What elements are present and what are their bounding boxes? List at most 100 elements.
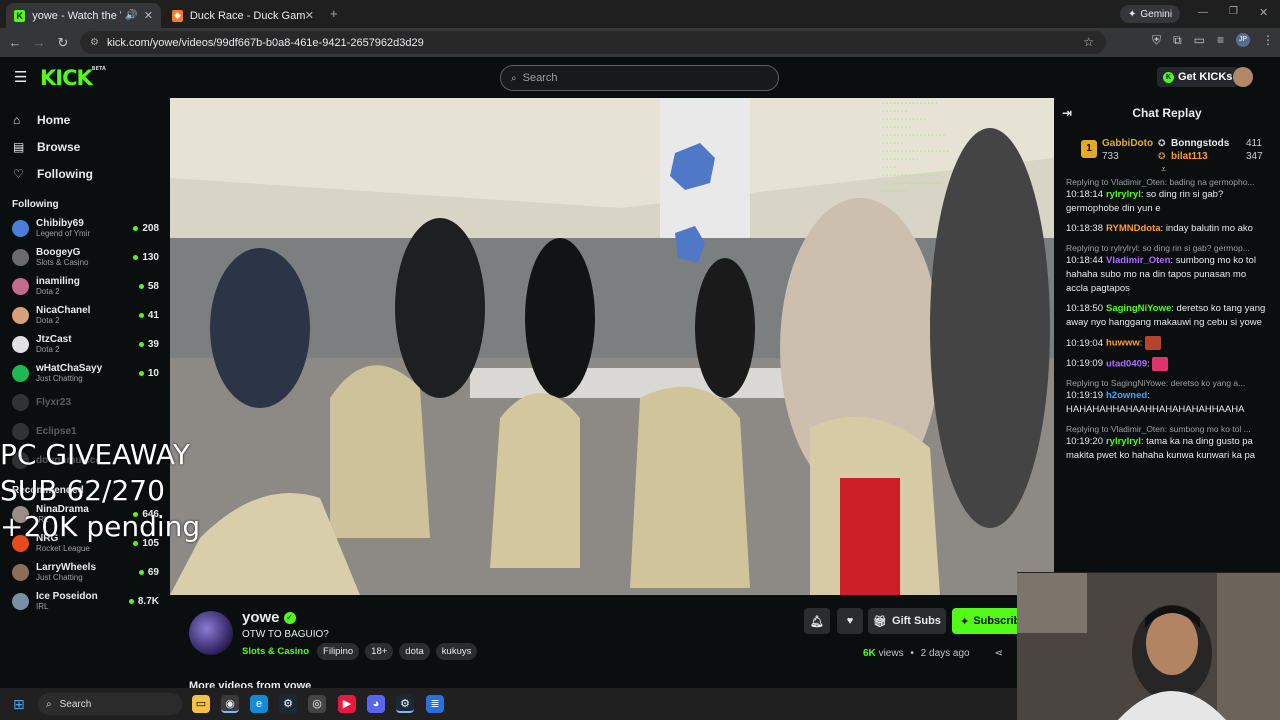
kick-logo[interactable]: KICKBETA bbox=[40, 66, 106, 90]
tag-chip[interactable]: 18+ bbox=[365, 643, 394, 660]
channel-name[interactable]: yowe ✓ bbox=[242, 609, 296, 626]
media-icon[interactable]: ≡ bbox=[1217, 33, 1224, 48]
following-channel-item[interactable]: Chibiby69 Legend of Ymir 208 bbox=[0, 214, 170, 243]
channel-category: Dota 2 bbox=[36, 316, 60, 325]
extensions-icon[interactable]: ⧉ bbox=[1173, 33, 1182, 48]
channel-category: Legend of Ymir bbox=[36, 229, 91, 238]
cast-icon[interactable]: ▭ bbox=[1194, 33, 1205, 48]
taskbar-search[interactable]: ⌕ Search bbox=[38, 693, 182, 715]
tag-chip[interactable]: Filipino bbox=[317, 643, 360, 660]
chat-timestamp: 10:19:09 bbox=[1066, 358, 1103, 370]
hamburger-menu-icon[interactable]: ☰ bbox=[14, 68, 27, 86]
gemini-button[interactable]: ✦ Gemini bbox=[1120, 5, 1181, 23]
nav-home[interactable]: ⌂ Home bbox=[0, 106, 170, 133]
notification-bell-button[interactable]: 🔔︎ bbox=[804, 608, 830, 634]
channel-avatar bbox=[12, 564, 29, 581]
channel-name: NicaChanel bbox=[36, 305, 91, 316]
subscribe-button[interactable]: ✦Subscribe bbox=[952, 608, 1017, 634]
recommended-channel-item[interactable]: LarryWheels Just Chatting 69 bbox=[0, 558, 170, 587]
chat-username[interactable]: utad0409 bbox=[1106, 358, 1147, 369]
chat-timestamp: 10:18:44 bbox=[1066, 255, 1103, 266]
views-label: views bbox=[878, 648, 904, 659]
user-avatar[interactable] bbox=[1233, 67, 1253, 87]
chat-username[interactable]: rylrylryl bbox=[1106, 189, 1141, 200]
app-icon[interactable]: ◎ bbox=[308, 695, 326, 713]
chat-message: 10:19:19 h2owned: HAHAHAHHAHAAHHAHAHAHAHH… bbox=[1054, 389, 1280, 417]
discord-icon[interactable]: ◕ bbox=[367, 695, 385, 713]
search-input[interactable]: ⌕ Search bbox=[500, 65, 779, 91]
chat-username[interactable]: huwww bbox=[1106, 338, 1140, 349]
get-kicks-button[interactable]: K Get KICKs bbox=[1157, 67, 1239, 87]
tab-duck-race[interactable]: ◆ Duck Race - Duck Games ✕ bbox=[164, 3, 322, 28]
chat-timestamp: 10:18:14 bbox=[1066, 189, 1103, 200]
chat-username[interactable]: Vladimir_Oten bbox=[1106, 255, 1170, 266]
menu-kebab-icon[interactable]: ⋮ bbox=[1262, 33, 1274, 48]
bell-icon: 🔔︎ bbox=[810, 615, 824, 628]
verified-badge-icon: ✓ bbox=[283, 612, 296, 625]
forward-icon[interactable]: → bbox=[27, 35, 51, 50]
video-player[interactable]: ▪ ▪ ▪ ▪ ▪ ▪ ▪ ▪ ▪ ▪ ▪ ▪ ▪ ▪ ▪ ▪ ▪ ▪ ▪ ▪ ▪… bbox=[170, 98, 1054, 595]
gift-subs-button[interactable]: 🎁︎ Gift Subs bbox=[868, 608, 946, 634]
follow-button[interactable]: ♥ bbox=[837, 608, 863, 634]
chrome-icon[interactable]: ◉ bbox=[221, 695, 239, 713]
site-info-icon[interactable]: ⚙ bbox=[90, 37, 99, 48]
leader-name[interactable]: bilat113 bbox=[1171, 151, 1208, 162]
share-icon[interactable]: ⋖ bbox=[994, 648, 1002, 659]
close-tab-icon[interactable]: ✕ bbox=[144, 9, 153, 22]
offline-channel-item[interactable]: Flyxr23 bbox=[0, 388, 170, 417]
more-videos-heading: More videos from yowe bbox=[189, 680, 312, 688]
bookmark-star-icon[interactable]: ☆ bbox=[1083, 35, 1094, 49]
chat-reply-context[interactable]: Replying to rylrylryl: so ding rin si ga… bbox=[1054, 242, 1280, 254]
following-channel-item[interactable]: BoogeyG Slots & Casino 130 bbox=[0, 243, 170, 272]
chat-username[interactable]: h2owned bbox=[1106, 390, 1147, 401]
chat-message: 10:18:50 SagingNiYowe: deretso ko tang ya… bbox=[1054, 302, 1280, 330]
following-channel-item[interactable]: NicaChanel Dota 2 41 bbox=[0, 301, 170, 330]
emote-image bbox=[1152, 356, 1169, 371]
recommended-channel-item[interactable]: Ice Poseidon IRL 8.7K bbox=[0, 587, 170, 616]
speaker-icon[interactable]: 🔊 bbox=[125, 10, 137, 21]
restore-icon[interactable]: ❐ bbox=[1229, 6, 1238, 17]
steam-active-icon[interactable]: ⚙ bbox=[396, 695, 414, 713]
expand-leaderboard-icon[interactable]: ⩡ bbox=[1161, 164, 1166, 175]
nav-following[interactable]: ♡ Following bbox=[0, 160, 170, 187]
address-bar[interactable]: ⚙ kick.com/yowe/videos/99df667b-b0a8-461… bbox=[80, 31, 1106, 54]
chat-reply-context[interactable]: Replying to Vladimir_Oten: sumbong mo ko… bbox=[1054, 423, 1280, 435]
back-icon[interactable]: ← bbox=[3, 35, 27, 50]
search-icon: ⌕ bbox=[511, 72, 517, 84]
edge-icon[interactable]: e bbox=[250, 695, 268, 713]
channel-avatar[interactable] bbox=[189, 611, 233, 655]
new-tab-icon[interactable]: + bbox=[330, 6, 338, 21]
following-channel-item[interactable]: inamiling Dota 2 58 bbox=[0, 272, 170, 301]
chat-username[interactable]: SagingNiYowe bbox=[1106, 303, 1171, 314]
chat-reply-context[interactable]: Replying to SagingNiYowe: deretso ko yan… bbox=[1054, 377, 1280, 389]
leader-name[interactable]: GabbiDoto bbox=[1102, 138, 1153, 149]
windows-start-icon[interactable]: ⊞ bbox=[13, 696, 25, 713]
reload-icon[interactable]: ↻ bbox=[51, 35, 75, 51]
chat-username[interactable]: rylrylryl bbox=[1106, 436, 1141, 447]
get-kicks-label: Get KICKs bbox=[1178, 71, 1233, 83]
chat-username[interactable]: RYMNDdota bbox=[1106, 223, 1161, 234]
tab-yowe[interactable]: K yowe - Watch the VOD on K 🔊 ✕ bbox=[6, 3, 161, 28]
steam-icon[interactable]: ⚙ bbox=[279, 695, 297, 713]
gemini-star-icon: ✦ bbox=[1128, 8, 1137, 20]
file-explorer-icon[interactable]: ▭ bbox=[192, 695, 210, 713]
category-link[interactable]: Slots & Casino bbox=[242, 646, 309, 657]
following-channel-item[interactable]: wHatChaSayy Just Chatting 10 bbox=[0, 359, 170, 388]
nav-browse[interactable]: ▤ Browse bbox=[0, 133, 170, 160]
close-tab-icon[interactable]: ✕ bbox=[305, 9, 314, 22]
media-player-icon[interactable]: ▶ bbox=[338, 695, 356, 713]
gift-subs-label: Gift Subs bbox=[892, 615, 941, 627]
profile-avatar[interactable]: JP bbox=[1236, 33, 1250, 47]
chat-reply-context[interactable]: Replying to Vladimir_Oten: bading na ger… bbox=[1054, 176, 1280, 188]
following-channel-item[interactable]: JtzCast Dota 2 39 bbox=[0, 330, 170, 359]
close-window-icon[interactable]: ✕ bbox=[1259, 6, 1268, 19]
leader-name[interactable]: Bonngstods bbox=[1171, 138, 1229, 149]
tag-chip[interactable]: dota bbox=[399, 643, 430, 660]
collapse-chat-icon[interactable]: ⇥ bbox=[1062, 106, 1072, 120]
notes-app-icon[interactable]: ≣ bbox=[426, 695, 444, 713]
tag-chip[interactable]: kukuys bbox=[435, 643, 478, 660]
shield-icon[interactable]: ⛨ bbox=[1152, 33, 1161, 48]
channel-category: Slots & Casino bbox=[36, 258, 89, 267]
minimize-icon[interactable]: — bbox=[1198, 7, 1208, 18]
view-stats: 6K views • 2 days ago ⋖ bbox=[863, 648, 1003, 659]
